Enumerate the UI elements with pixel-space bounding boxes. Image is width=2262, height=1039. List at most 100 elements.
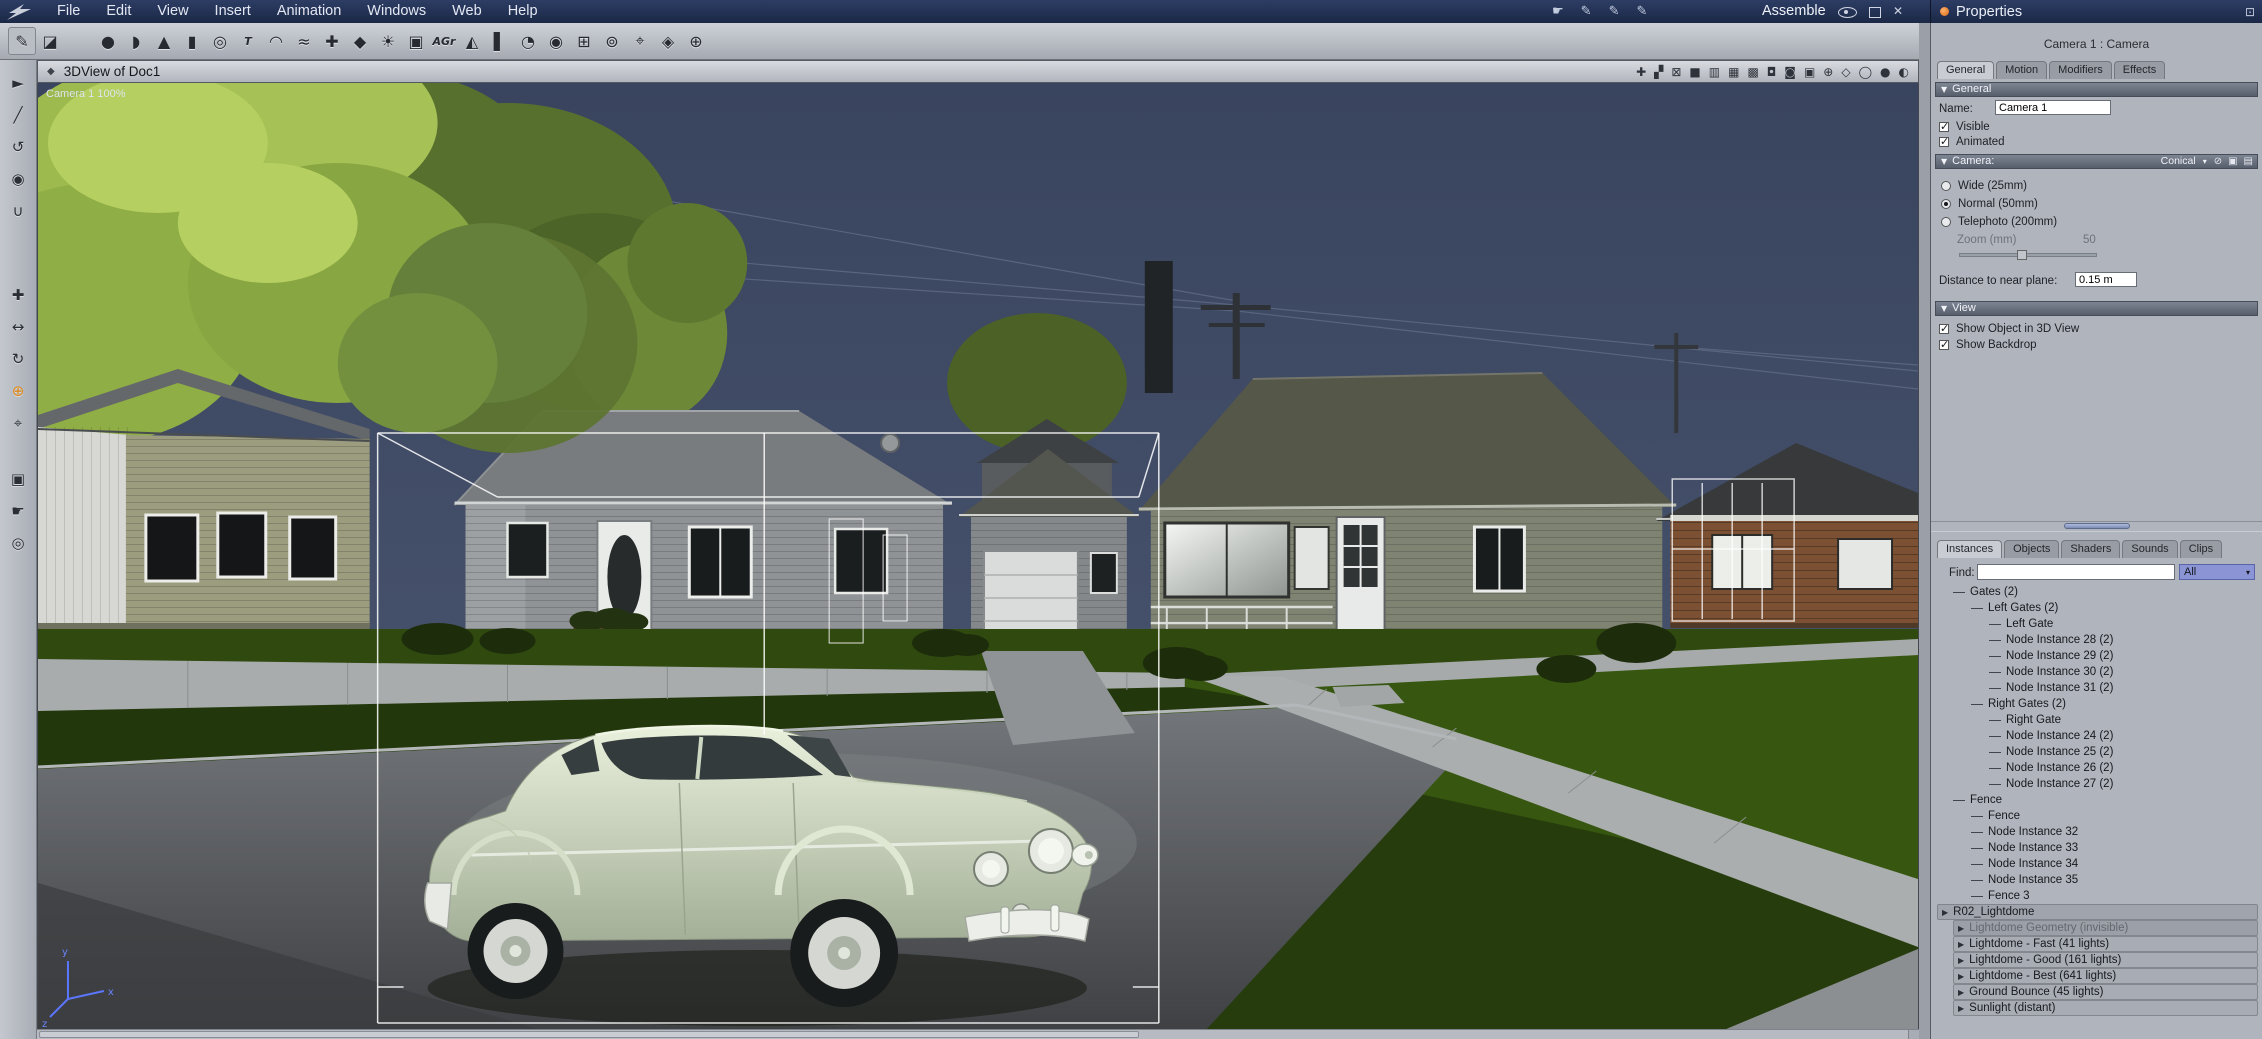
tree-item[interactable]: ▶ Node Instance 32 — [1971, 824, 2258, 840]
palette-tool-icon[interactable]: ⌖ — [5, 410, 31, 436]
expand-arrow-icon[interactable]: ▶ — [1958, 988, 1964, 997]
toolbar-icon[interactable]: AGr — [430, 27, 458, 55]
properties-tab[interactable]: Motion — [1996, 61, 2048, 79]
find-input[interactable] — [1977, 564, 2175, 580]
radio-button[interactable] — [1941, 199, 1951, 209]
checkbox[interactable] — [1939, 135, 1949, 148]
window-restore-icon[interactable] — [1869, 7, 1881, 18]
tree-item[interactable]: ▶ Node Instance 29 (2) — [1989, 648, 2258, 664]
expand-arrow-icon[interactable]: ▶ — [1958, 1004, 1964, 1013]
find-filter-dropdown[interactable]: All ▾ — [2179, 564, 2255, 580]
viewport-option-icon[interactable]: ■ — [1689, 65, 1700, 79]
viewport-menu-icon[interactable]: ◆ — [47, 66, 55, 77]
toolbar-icon[interactable]: ◔ — [514, 27, 542, 55]
expand-arrow-icon[interactable]: ▶ — [1958, 956, 1964, 965]
palette-tool-icon[interactable]: ◎ — [5, 530, 31, 556]
toolbar-icon[interactable]: ◠ — [262, 27, 290, 55]
dropdown-arrow-icon[interactable]: ▾ — [2203, 154, 2207, 169]
section-camera[interactable]: ▼ Camera: Conical ▾ ⊘ ▣ ▤ — [1935, 154, 2258, 169]
tree-item[interactable]: ▶ Ground Bounce (45 lights) — [1953, 984, 2258, 1000]
toolbar-icon[interactable]: T — [234, 27, 262, 55]
palette-tool-icon[interactable]: ◉ — [5, 166, 31, 192]
tree-item[interactable]: ▶ Lightdome - Best (641 lights) — [1953, 968, 2258, 984]
collapse-arrow-icon[interactable]: ▼ — [1941, 82, 1947, 97]
toolbar-icon[interactable]: ◭ — [458, 27, 486, 55]
viewport-option-icon[interactable]: ✚ — [1636, 65, 1646, 79]
menu-bar-tool-icon[interactable]: ✎ — [1636, 4, 1647, 19]
toolbar-icon[interactable]: ⊞ — [570, 27, 598, 55]
viewport-titlebar[interactable]: ◆ 3DView of Doc1 ✚ ▞ ⊠ ■ ▥ ▦ ▩ ◘ ◙ ▣ ⊕ ◇ ◯ ● ◐ — [37, 60, 1919, 83]
tree-item[interactable]: ▶ Node Instance 31 (2) — [1989, 680, 2258, 696]
menu-item[interactable]: Edit — [93, 0, 144, 23]
viewport-option-icon[interactable]: ▥ — [1709, 65, 1720, 79]
browser-tab[interactable]: Instances — [1937, 540, 2003, 558]
expand-arrow-icon[interactable]: ▶ — [1958, 924, 1964, 933]
viewport-canvas[interactable]: y x z Camera 1 100% — [37, 83, 1919, 1029]
tree-item[interactable]: ▶ Lightdome - Good (161 lights) — [1953, 952, 2258, 968]
menu-bar-tool-icon[interactable]: ✎ — [1609, 4, 1620, 19]
toolbar-icon[interactable]: ▣ — [402, 27, 430, 55]
viewport-option-icon[interactable]: ◐ — [1899, 65, 1909, 79]
slider-track[interactable] — [1959, 253, 2097, 257]
tree-item[interactable]: ▶ Right Gate — [1989, 712, 2258, 728]
horizontal-scrollbar[interactable] — [37, 1029, 1919, 1039]
camera-bar-icon[interactable]: ▣ — [2228, 154, 2237, 169]
browser-tab[interactable]: Sounds — [2122, 540, 2178, 558]
browser-tab[interactable]: Objects — [2004, 540, 2060, 558]
menu-item[interactable]: View — [144, 0, 201, 23]
toolbar-icon[interactable]: ✚ — [318, 27, 346, 55]
menu-item[interactable]: Help — [495, 0, 551, 23]
tree-item[interactable]: ▶ Right Gates (2) — [1971, 696, 2258, 712]
tree-item[interactable]: ▶ Node Instance 35 — [1971, 872, 2258, 888]
tree-item[interactable]: ▶ Fence — [1971, 808, 2258, 824]
menu-item[interactable]: File — [44, 0, 93, 23]
expand-arrow-icon[interactable]: ▶ — [1958, 940, 1964, 949]
menu-item[interactable]: Animation — [264, 0, 354, 23]
menu-item[interactable]: Web — [439, 0, 495, 23]
collapse-arrow-icon[interactable]: ▼ — [1941, 154, 1947, 169]
checkbox[interactable] — [1939, 322, 1949, 335]
palette-tool-icon[interactable]: ↺ — [5, 134, 31, 160]
checkbox[interactable] — [1939, 120, 1949, 133]
splitter-handle[interactable] — [2063, 523, 2130, 529]
panel-menu-icon[interactable]: ⊡ — [2245, 5, 2255, 19]
scrollbar-thumb[interactable] — [39, 1031, 1139, 1038]
tree-item[interactable]: ▶ Sunlight (distant) — [1953, 1000, 2258, 1016]
toolbar-icon[interactable]: ⊚ — [598, 27, 626, 55]
projection-dropdown[interactable]: Conical — [2161, 154, 2196, 169]
properties-tab[interactable]: General — [1937, 61, 1995, 79]
tree-item[interactable]: ▶ Node Instance 26 (2) — [1989, 760, 2258, 776]
menu-item[interactable]: Insert — [202, 0, 264, 23]
toolbar-icon[interactable]: ☀ — [374, 27, 402, 55]
camera-bar-icon[interactable]: ⊘ — [2214, 154, 2222, 169]
viewport-option-icon[interactable]: ▩ — [1747, 65, 1758, 79]
tree-item[interactable]: ▶ Fence 3 — [1971, 888, 2258, 904]
toolbar-icon[interactable]: ◈ — [654, 27, 682, 55]
toolbar-icon[interactable]: ◉ — [542, 27, 570, 55]
palette-tool-icon[interactable]: ► — [5, 70, 31, 96]
tree-item[interactable]: ▶ Lightdome - Fast (41 lights) — [1953, 936, 2258, 952]
near-plane-input[interactable] — [2075, 272, 2137, 287]
menu-bar-tool-icon[interactable]: ☛ — [1552, 4, 1564, 19]
properties-tab[interactable]: Effects — [2113, 61, 2166, 79]
toolbar-icon[interactable]: ⊕ — [682, 27, 710, 55]
toolbar-icon[interactable]: ● — [94, 27, 122, 55]
viewport-option-icon[interactable]: ▞ — [1654, 65, 1663, 79]
tree-item[interactable]: ▶ Node Instance 30 (2) — [1989, 664, 2258, 680]
palette-tool-icon[interactable]: ╱ — [5, 102, 31, 128]
toolbar-icon[interactable]: ◗ — [122, 27, 150, 55]
tree-item[interactable]: ▶ Node Instance 27 (2) — [1989, 776, 2258, 792]
visibility-eye-icon[interactable] — [1838, 7, 1857, 18]
palette-tool-icon[interactable]: ⊕ — [5, 378, 31, 404]
zoom-slider[interactable] — [1959, 250, 2097, 260]
tree-item[interactable]: ▶ Node Instance 25 (2) — [1989, 744, 2258, 760]
viewport-option-icon[interactable]: ◯ — [1859, 65, 1872, 79]
palette-tool-icon[interactable]: ↔ — [5, 314, 31, 340]
panel-splitter[interactable] — [1931, 521, 2262, 532]
camera-bar-icon[interactable]: ▤ — [2244, 154, 2253, 169]
tree-item[interactable]: ▶ Node Instance 28 (2) — [1989, 632, 2258, 648]
tree-item[interactable]: ▶ Fence — [1953, 792, 2258, 808]
toolbar-icon[interactable]: ▲ — [150, 27, 178, 55]
toolbar-icon[interactable]: ✎ — [8, 27, 36, 55]
palette-tool-icon[interactable]: ✚ — [5, 282, 31, 308]
